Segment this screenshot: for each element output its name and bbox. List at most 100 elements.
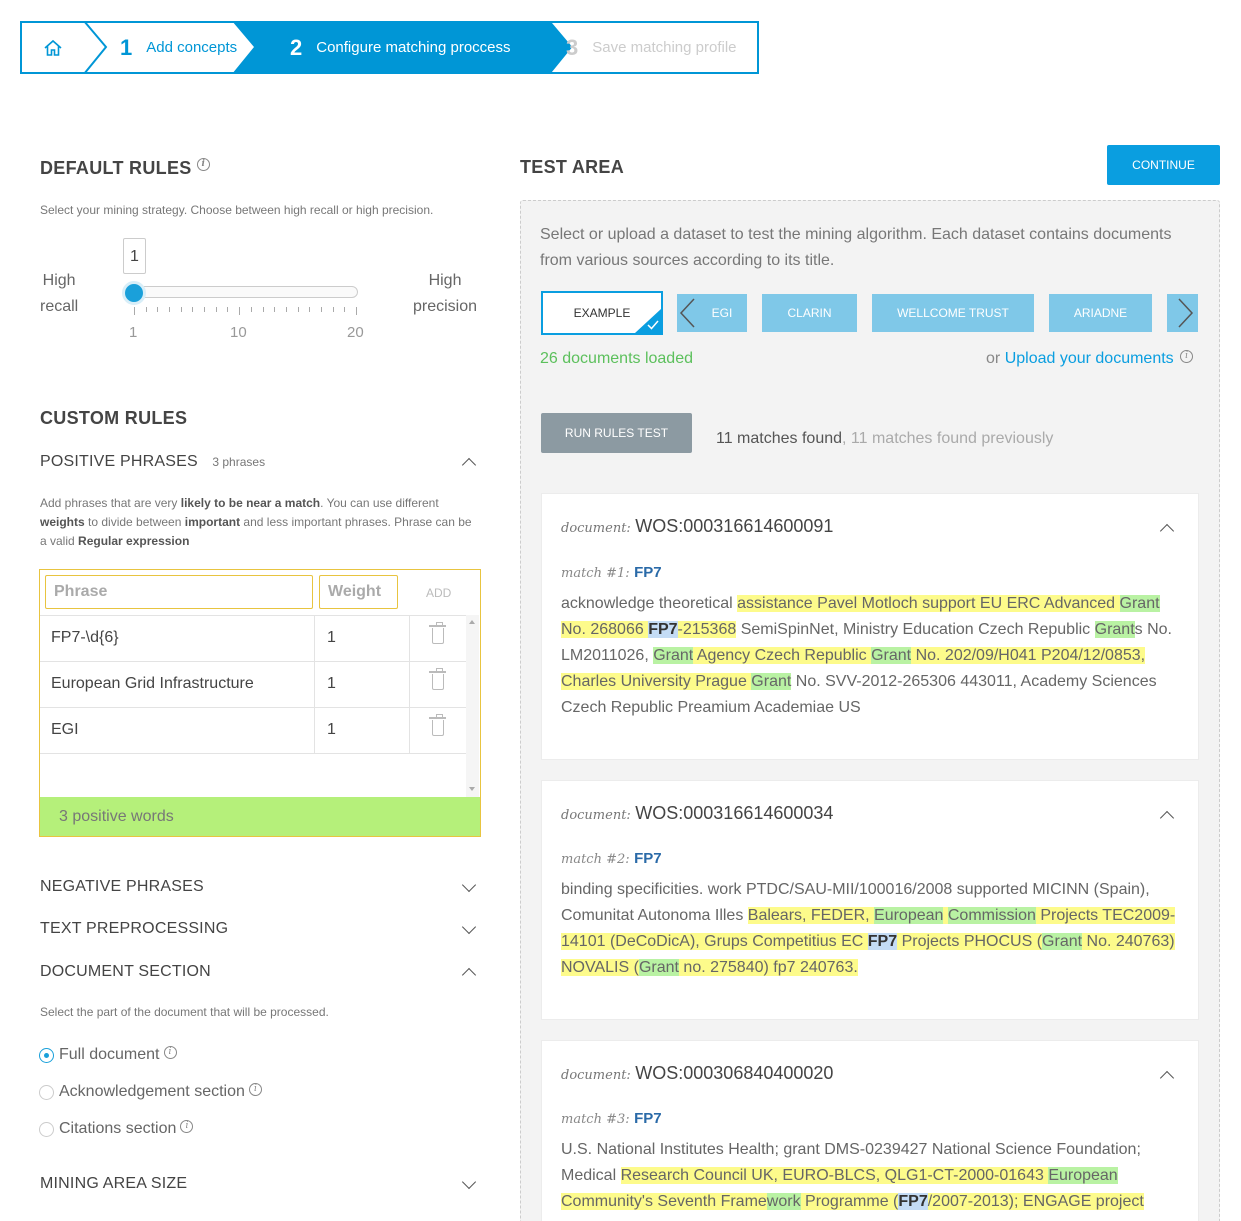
step-label: Add concepts bbox=[146, 39, 238, 56]
phrase-input[interactable]: Phrase bbox=[45, 575, 313, 609]
phrase-cell[interactable]: European Grid Infrastructure bbox=[40, 662, 315, 708]
high-precision-label: High precision bbox=[413, 272, 478, 315]
info-icon[interactable]: i bbox=[180, 1119, 194, 1133]
context-highlight: Agency Czech Republic bbox=[693, 647, 872, 664]
mining-area-size-header[interactable]: MINING AREA SIZE bbox=[40, 1174, 480, 1193]
phrase-highlight: European bbox=[1048, 1167, 1118, 1184]
radio-button[interactable] bbox=[39, 1121, 54, 1137]
dataset-wellcome-trust[interactable]: WELLCOME TRUST bbox=[872, 294, 1034, 332]
document-id: WOS:000316614600091 bbox=[635, 516, 834, 536]
chevron-down-icon bbox=[461, 877, 477, 893]
phrase-highlight: Grant bbox=[1042, 933, 1083, 950]
upload-prompt: or Upload your documents i bbox=[986, 350, 1194, 368]
document-section-header[interactable]: DOCUMENT SECTION bbox=[40, 963, 480, 983]
weight-input[interactable]: Weight bbox=[319, 575, 398, 609]
info-icon[interactable]: i bbox=[1180, 350, 1194, 363]
upload-link[interactable]: Upload your documents bbox=[1005, 350, 1174, 367]
match-snippet: acknowledge theoretical assistance Pavel… bbox=[561, 591, 1186, 721]
scrollbar[interactable] bbox=[466, 615, 479, 797]
negative-phrases-header[interactable]: NEGATIVE PHRASES bbox=[40, 877, 480, 896]
chevron-left-icon bbox=[679, 298, 695, 328]
info-icon[interactable]: i bbox=[196, 158, 210, 171]
slider-tick bbox=[204, 307, 206, 312]
weight-cell[interactable]: 1 bbox=[315, 662, 410, 708]
tick-max: 20 bbox=[347, 324, 364, 341]
run-rules-test-button[interactable]: RUN RULES TEST bbox=[541, 413, 692, 453]
weight-cell[interactable]: 1 bbox=[315, 616, 410, 662]
step-add-concepts[interactable]: 1 Add concepts bbox=[120, 23, 237, 72]
slider-tick bbox=[344, 307, 346, 312]
step-save-profile: 3 Save matching profile bbox=[566, 23, 737, 72]
carousel-prev-button[interactable] bbox=[677, 294, 699, 332]
home-icon bbox=[44, 39, 62, 56]
positive-phrases-header[interactable]: POSITIVE PHRASES 3 phrases bbox=[40, 453, 480, 473]
documents-loaded: 26 documents loaded bbox=[540, 350, 693, 367]
text-preprocessing-title: TEXT PREPROCESSING bbox=[40, 920, 229, 937]
delete-button[interactable] bbox=[410, 662, 466, 708]
match-label: match #1: bbox=[561, 566, 630, 581]
match-header: match #2: FP7 bbox=[561, 850, 662, 868]
empty-row bbox=[40, 753, 466, 797]
carousel-next-button[interactable] bbox=[1167, 294, 1198, 332]
continue-button[interactable]: CONTINUE bbox=[1107, 145, 1220, 185]
slider-value: 1 bbox=[123, 238, 146, 274]
radio-label: Citations section bbox=[59, 1120, 177, 1137]
phrase-cell[interactable]: EGI bbox=[40, 708, 315, 754]
phrase-highlight: Grant bbox=[871, 647, 912, 664]
info-icon[interactable]: i bbox=[163, 1045, 177, 1059]
weight-cell[interactable]: 1 bbox=[315, 708, 410, 754]
chevron-up-icon[interactable] bbox=[1159, 1070, 1175, 1086]
matches-found: 11 matches found bbox=[716, 430, 843, 447]
radio-acknowledgement-section[interactable]: Acknowledgement section i bbox=[39, 1082, 262, 1101]
slider-tick bbox=[309, 307, 311, 312]
strategy-slider-track[interactable] bbox=[132, 286, 358, 298]
chevron-up-icon[interactable] bbox=[1159, 810, 1175, 826]
chevron-up-icon[interactable] bbox=[1159, 523, 1175, 539]
context-highlight: /2007-2013); ENGAGE project bbox=[927, 1193, 1144, 1210]
phrase-cell[interactable]: FP7-\d{6} bbox=[40, 616, 315, 662]
result-card: document: WOS:000316614600091 match #1: … bbox=[541, 493, 1199, 760]
delete-button[interactable] bbox=[410, 708, 466, 754]
dataset-ariadne[interactable]: ARIADNE bbox=[1049, 294, 1152, 332]
slider-tick bbox=[215, 307, 217, 312]
negative-phrases-title: NEGATIVE PHRASES bbox=[40, 878, 204, 895]
step-label: Configure matching proccess bbox=[316, 39, 511, 56]
text-preprocessing-header[interactable]: TEXT PREPROCESSING bbox=[40, 919, 480, 938]
scroll-up-icon[interactable] bbox=[469, 620, 475, 624]
positive-phrases-title: POSITIVE PHRASES bbox=[40, 453, 198, 470]
dataset-example[interactable]: EXAMPLE bbox=[541, 291, 663, 335]
delete-button[interactable] bbox=[410, 616, 466, 662]
chevron-up-icon bbox=[461, 967, 477, 983]
context-highlight: Research Council UK, EURO-BLCS, QLG1-CT-… bbox=[620, 1167, 1049, 1184]
slider-tick bbox=[262, 307, 264, 312]
document-label: document: bbox=[561, 521, 631, 536]
step-number: 1 bbox=[120, 34, 133, 60]
slider-tick bbox=[239, 307, 241, 315]
keyword-highlight: FP7 bbox=[867, 933, 898, 950]
radio-full-document[interactable]: Full document i bbox=[39, 1045, 177, 1064]
radio-button[interactable] bbox=[39, 1047, 54, 1063]
add-button[interactable]: ADD bbox=[426, 586, 451, 600]
step-configure-matching[interactable]: 2 Configure matching proccess bbox=[290, 23, 511, 72]
context-highlight: No. 268066 bbox=[561, 621, 649, 638]
phrase-highlight: Grant bbox=[1094, 621, 1135, 638]
slider-tick bbox=[192, 307, 194, 312]
home-button[interactable] bbox=[22, 23, 84, 72]
radio-citations-section[interactable]: Citations section i bbox=[39, 1119, 194, 1138]
slider-handle[interactable] bbox=[122, 281, 146, 305]
phrase-row: FP7-\d{6} 1 bbox=[40, 615, 466, 662]
info-icon[interactable]: i bbox=[248, 1082, 262, 1096]
radio-button[interactable] bbox=[39, 1084, 54, 1100]
document-label: document: bbox=[561, 808, 631, 823]
tick-mid: 10 bbox=[230, 324, 247, 341]
phrase-highlight: Grant bbox=[751, 673, 792, 690]
context-highlight: assistance Pavel Motloch support EU ERC … bbox=[737, 595, 1120, 612]
high-recall-label: High recall bbox=[40, 272, 79, 315]
dataset-clarin[interactable]: CLARIN bbox=[762, 294, 857, 332]
positive-phrases-description: Add phrases that are very likely to be n… bbox=[40, 496, 472, 548]
context-highlight: Projects PHOCUS ( bbox=[897, 933, 1043, 950]
matches-found-previously: , 11 matches found previously bbox=[842, 430, 1054, 447]
dataset-label: EXAMPLE bbox=[573, 306, 631, 320]
scroll-down-icon[interactable] bbox=[469, 787, 475, 791]
context-highlight: Community's Seventh Frame bbox=[561, 1193, 767, 1210]
